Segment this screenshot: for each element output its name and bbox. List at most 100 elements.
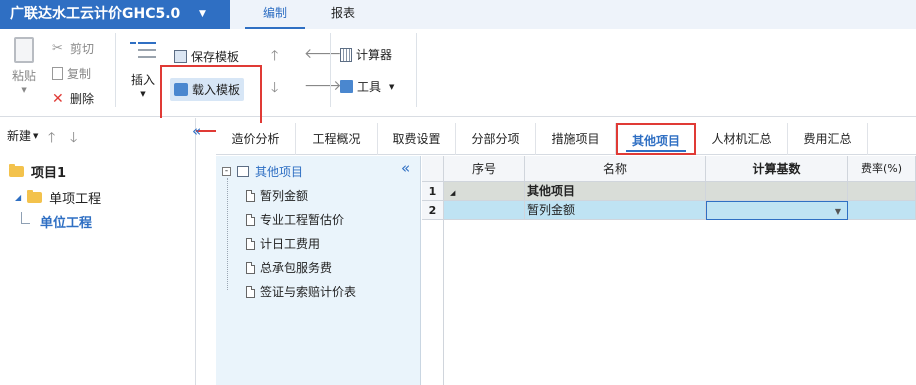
chevron-down-icon: ▼: [389, 82, 395, 91]
grid-corner: [422, 156, 444, 182]
move-up-icon[interactable]: 🡑: [271, 45, 278, 69]
tree-item-specialty-estimate[interactable]: 专业工程暂估价: [246, 211, 344, 228]
cut-label: 剪切: [70, 42, 95, 56]
project-tree-panel: 新建 ▼ 🡑 🡓 « 项目1 ◢ 单项工程 单位工程: [0, 118, 201, 385]
insert-label: 插入: [130, 73, 155, 87]
ribbon-divider: [330, 33, 331, 107]
move-left-icon[interactable]: 🡐: [304, 45, 342, 62]
collapse-triangle-icon: ◢: [450, 189, 456, 197]
move-down-icon[interactable]: 🡓: [70, 127, 77, 151]
tools-label: 工具: [357, 80, 382, 94]
new-label: 新建: [7, 129, 32, 143]
menu-tab-report[interactable]: 报表: [318, 0, 368, 29]
tree-item-label: 暂列金额: [260, 189, 309, 203]
move-down-icon[interactable]: 🡓: [271, 77, 278, 101]
table-cell-calc-base[interactable]: [706, 182, 848, 201]
folder-icon: [27, 190, 43, 203]
chevron-down-icon: ▼: [21, 86, 27, 94]
insert-button[interactable]: 插入 ▼: [130, 39, 156, 98]
column-line: [443, 220, 444, 385]
tree-item-label: 签证与索赔计价表: [260, 285, 357, 299]
calc-base-dropdown[interactable]: ▼: [706, 201, 848, 220]
tab-measures[interactable]: 措施项目: [536, 123, 616, 155]
calculator-button[interactable]: 计算器: [340, 46, 392, 63]
table-cell-name[interactable]: 其他项目: [525, 182, 706, 201]
document-icon: [246, 261, 255, 274]
chevron-down-icon[interactable]: ▼: [835, 202, 841, 219]
collapse-panel-icon[interactable]: «: [192, 122, 201, 140]
tree-item-label: 总承包服务费: [260, 261, 333, 275]
ribbon-toolbar: 粘贴 ▼ ✂ 剪切 复制 ✕ 删除 插入 ▼ 保存模板 载入模板 🡑 🡐 🡓 🡒…: [0, 29, 916, 132]
column-header-rate[interactable]: 费率(%): [848, 156, 916, 182]
tree-item-other-items[interactable]: - 其他项目: [222, 163, 303, 180]
new-button[interactable]: 新建 ▼: [7, 127, 38, 144]
tools-button[interactable]: 工具 ▼: [340, 78, 394, 95]
table-cell-rate[interactable]: [848, 201, 916, 220]
move-up-icon[interactable]: 🡑: [48, 127, 55, 151]
tree-guide-line: [227, 178, 228, 290]
delete-button[interactable]: ✕ 删除: [52, 90, 94, 107]
tree-item-single-project[interactable]: ◢ 单项工程: [15, 188, 101, 207]
column-header-calc-base[interactable]: 计算基数: [706, 156, 848, 182]
tree-item-label: 单项工程: [49, 192, 102, 207]
app-title-button[interactable]: 广联达水工云计价GHC5.0 ▼: [0, 0, 230, 29]
template-save-icon: [174, 50, 187, 63]
collapse-panel-icon[interactable]: «: [401, 159, 410, 177]
tab-fee-settings[interactable]: 取费设置: [378, 123, 456, 155]
tree-item-label: 其他项目: [255, 165, 304, 179]
list-icon: [237, 166, 249, 177]
tree-item-daywork[interactable]: 计日工费用: [246, 235, 320, 252]
row-number[interactable]: 1: [422, 182, 444, 201]
app-title: 广联达水工云计价GHC5.0: [10, 6, 181, 22]
insert-rows-icon: [130, 39, 156, 63]
other-items-grid: 序号 名称 计算基数 费率(%) 1 ◢ 其他项目 2 暂列金额 ▼: [422, 156, 916, 385]
cut-button[interactable]: ✂ 剪切: [52, 40, 94, 57]
table-cell-rate[interactable]: [848, 182, 916, 201]
copy-label: 复制: [67, 67, 92, 81]
chevron-down-icon: ▼: [33, 131, 39, 140]
copy-icon: [52, 67, 63, 80]
scissors-icon: ✂: [52, 40, 63, 56]
table-cell-seq[interactable]: ◢: [444, 182, 525, 201]
document-icon: [246, 213, 255, 226]
column-header-name[interactable]: 名称: [525, 156, 706, 182]
tree-item-label: 专业工程暂估价: [260, 213, 345, 227]
title-bar: 广联达水工云计价GHC5.0 ▼ 编制 报表: [0, 0, 916, 29]
table-cell-seq[interactable]: [444, 201, 525, 220]
document-icon: [246, 189, 255, 202]
tree-item-project[interactable]: 项目1: [9, 162, 66, 181]
row-number[interactable]: 2: [422, 201, 444, 220]
tree-item-provisional-sum[interactable]: 暂列金额: [246, 187, 308, 204]
folder-icon: [9, 164, 24, 177]
column-header-seq[interactable]: 序号: [444, 156, 525, 182]
chevron-down-icon: ▼: [140, 90, 146, 98]
calculator-icon: [340, 47, 352, 62]
save-template-button[interactable]: 保存模板: [174, 48, 239, 65]
expand-triangle-icon: ◢: [15, 193, 22, 202]
ribbon-divider: [416, 33, 417, 107]
copy-button[interactable]: 复制: [52, 65, 91, 82]
other-items-tree: « - 其他项目 暂列金额 专业工程暂估价 计日工费用 总承包服务费 签证与索赔…: [216, 156, 421, 385]
menu-tab-edit[interactable]: 编制: [245, 0, 305, 29]
tab-cost-analysis[interactable]: 造价分析: [216, 123, 296, 155]
table-cell-name[interactable]: 暂列金额: [525, 201, 706, 220]
tree-item-general-contractor-fee[interactable]: 总承包服务费: [246, 259, 332, 276]
ribbon-divider: [115, 33, 116, 107]
close-icon: ✕: [52, 90, 64, 107]
tree-item-label: 项目1: [31, 166, 67, 181]
tab-project-overview[interactable]: 工程概况: [296, 123, 378, 155]
tab-sub-items[interactable]: 分部分项: [456, 123, 536, 155]
tree-item-visa-claims[interactable]: 签证与索赔计价表: [246, 283, 356, 300]
tab-cost-summary[interactable]: 费用汇总: [788, 123, 868, 155]
tree-connector: [21, 211, 30, 224]
move-right-icon[interactable]: 🡒: [304, 77, 342, 94]
tree-item-label: 计日工费用: [260, 237, 321, 251]
save-template-label: 保存模板: [191, 50, 240, 64]
tab-other-items[interactable]: 其他项目: [616, 123, 696, 155]
tab-labor-material-summary[interactable]: 人材机汇总: [696, 123, 788, 155]
tree-item-unit-project[interactable]: 单位工程: [21, 211, 92, 231]
delete-label: 删除: [70, 92, 95, 106]
document-icon: [246, 285, 255, 298]
paste-button[interactable]: 粘贴 ▼: [12, 37, 36, 94]
chevron-down-icon: ▼: [199, 9, 206, 19]
